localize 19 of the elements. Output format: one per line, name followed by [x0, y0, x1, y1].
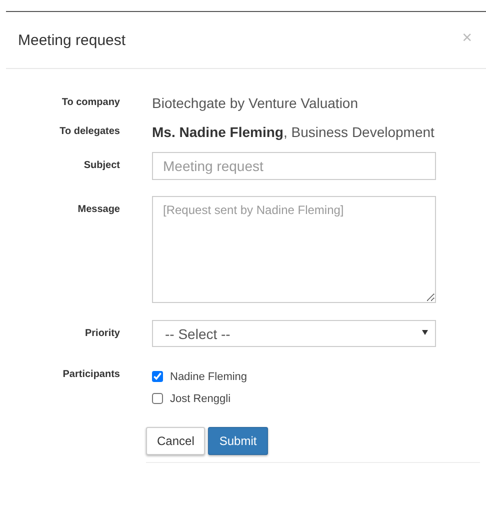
- field-label: Subject: [82, 159, 120, 173]
- checkbox[interactable]: [152, 371, 163, 382]
- field-label: To company: [60, 96, 120, 110]
- submit-button[interactable]: Submit: [208, 427, 268, 455]
- field-label: To delegates: [58, 125, 120, 139]
- field-label: Participants: [62, 369, 120, 382]
- caret-icon: [422, 330, 428, 335]
- checkbox-label: Jost Renggli: [170, 392, 231, 404]
- checkbox[interactable]: [152, 393, 163, 404]
- subject-field[interactable]: Meeting request: [152, 152, 436, 180]
- message-field[interactable]: [Request sent by Nadine Fleming]: [152, 196, 436, 303]
- field-value: Biotechgate by Venture Valuation: [152, 94, 360, 111]
- dialog-title: Meeting request: [18, 32, 126, 48]
- field-label: Message: [76, 203, 120, 217]
- priority-dropdown[interactable]: -- Select --: [152, 320, 436, 347]
- field-value: Ms. Nadine Fleming, Business Development: [152, 123, 436, 140]
- checkbox-label: Nadine Fleming: [170, 370, 248, 382]
- cancel-button[interactable]: Cancel: [146, 427, 206, 455]
- field-label: Priority: [84, 327, 120, 341]
